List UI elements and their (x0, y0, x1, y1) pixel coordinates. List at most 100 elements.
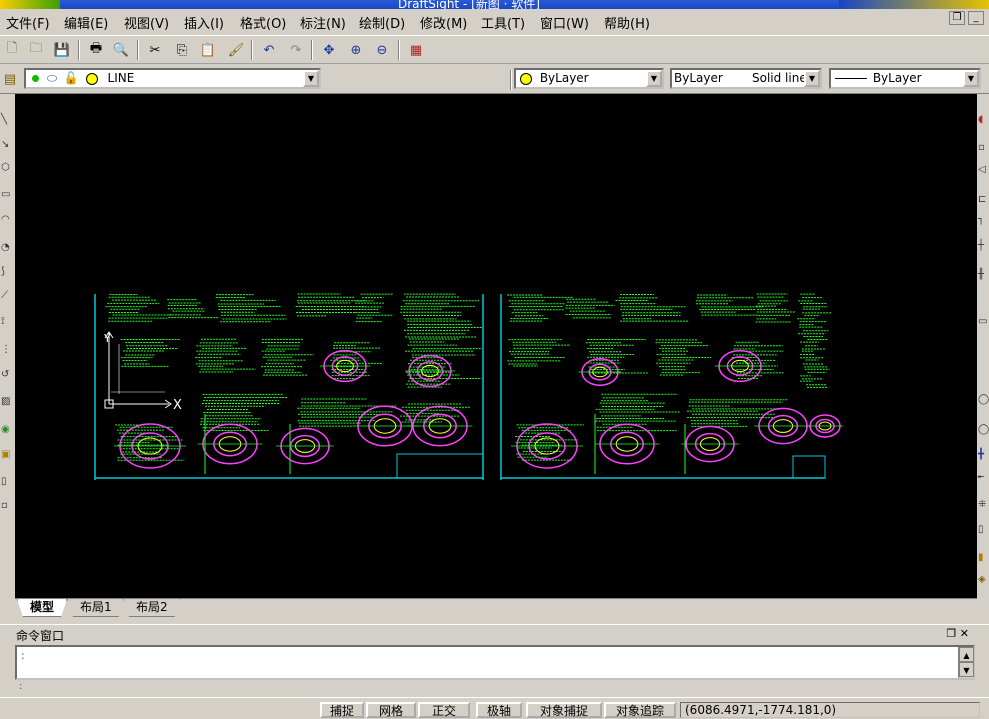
table-icon[interactable]: ▣ (1, 449, 10, 460)
command-input-prompt: : (19, 681, 23, 692)
coordinate-readout: (6086.4971,-1774.181,0) (680, 702, 980, 718)
region-icon[interactable]: ◉ (1, 424, 10, 435)
lineweight-sample (835, 78, 867, 79)
trim-icon[interactable]: ◯ (978, 424, 989, 435)
menu-window[interactable]: 窗口(W) (540, 13, 589, 32)
mirror-icon[interactable]: ◁ (978, 164, 986, 175)
circle-icon[interactable]: ◔ (1, 242, 10, 253)
zoom-window-icon[interactable]: ⊕ (346, 40, 366, 60)
copy-entity-icon[interactable]: ▫ (978, 142, 985, 153)
spline-icon[interactable]: ⟆ (1, 266, 5, 277)
ellipse-icon[interactable]: ⟋ (1, 290, 8, 301)
print-icon[interactable]: 🖶 (86, 40, 106, 60)
new-file-icon[interactable]: 🗋 (2, 40, 22, 60)
pan-icon[interactable]: ✥ (319, 40, 339, 60)
menu-modify[interactable]: 修改(M) (420, 13, 467, 32)
drawing-canvas[interactable]: X Y (15, 94, 977, 598)
command-scrollbar[interactable]: ▲ ▼ (958, 647, 974, 678)
color-swatch (520, 72, 532, 85)
grid-toggle[interactable]: 网格 (366, 702, 416, 718)
insert-block-icon[interactable]: ⟟ (1, 316, 5, 327)
explode-icon[interactable]: ▮ (978, 552, 984, 563)
menu-tools[interactable]: 工具(T) (481, 13, 525, 32)
copy-icon[interactable]: ⎘ (172, 40, 192, 60)
chamfer-icon[interactable]: ▯ (978, 524, 984, 535)
chevron-down-icon: ▼ (303, 70, 319, 87)
toolbar-separator (251, 40, 253, 60)
rotate-icon[interactable]: ╫ (978, 269, 984, 280)
command-history[interactable]: : (15, 645, 975, 680)
menu-help[interactable]: 帮助(H) (604, 13, 650, 32)
toolbar-separator (398, 40, 400, 60)
layer-dropdown[interactable]: ⬭ 🔓 LINE ▼ (24, 68, 321, 89)
polar-toggle[interactable]: 极轴 (476, 702, 522, 718)
erase-icon[interactable]: ◖ (978, 114, 983, 125)
drawing-viewport[interactable]: X Y (15, 94, 977, 598)
cut-icon[interactable]: ✂ (145, 40, 165, 60)
print-preview-icon[interactable]: 🔍 (111, 40, 131, 60)
command-input[interactable]: : (15, 681, 989, 697)
minimize-document-button[interactable]: _ (968, 11, 984, 25)
properties-match-icon[interactable]: ◈ (978, 574, 986, 585)
title-bar: DraftSight - [新图 · 软件] (0, 0, 989, 9)
redo-icon[interactable]: ↷ (286, 40, 306, 60)
break-icon[interactable]: ╾ (978, 472, 984, 483)
save-icon[interactable]: 💾 (52, 40, 72, 60)
offset-icon[interactable]: ⊏ (978, 194, 986, 205)
color-dropdown[interactable]: ByLayer ▼ (514, 68, 664, 89)
scroll-down-icon[interactable]: ▼ (959, 662, 974, 677)
fillet-icon[interactable]: ⁜ (978, 499, 986, 510)
menu-bar: 文件(F) 编辑(E) 视图(V) 插入(I) 格式(O) 标注(N) 绘制(D… (0, 9, 989, 35)
menu-draw[interactable]: 绘制(D) (359, 13, 405, 32)
undo-icon[interactable]: ↶ (259, 40, 279, 60)
chevron-down-icon: ▼ (963, 70, 979, 87)
open-file-icon[interactable]: 🗀 (26, 40, 46, 60)
properties-icon[interactable]: ▦ (406, 40, 426, 60)
layer-name: LINE (107, 71, 135, 85)
menu-file[interactable]: 文件(F) (6, 13, 50, 32)
command-prompt: : (21, 649, 25, 662)
menu-format[interactable]: 格式(O) (240, 13, 286, 32)
scroll-up-icon[interactable]: ▲ (959, 647, 974, 662)
modify-toolbar: ◖ ▫ ◁ ⊏ ┐ ┼ ╫ ▭ ◯ ◯ ╋ ╾ ⁜ ▯ ▮ ◈ (977, 94, 989, 598)
polyline-icon[interactable]: ↘ (1, 139, 9, 150)
move-icon[interactable]: ┼ (978, 240, 984, 251)
layer-manager-icon[interactable]: ▤ (0, 69, 20, 89)
menu-edit[interactable]: 编辑(E) (64, 13, 108, 32)
stretch-icon[interactable]: ◯ (978, 394, 989, 405)
ucs-icon: X Y (103, 331, 182, 413)
command-window-title: 命令窗口 (16, 629, 65, 643)
osnap-toggle[interactable]: 对象捕捉 (526, 702, 602, 718)
array-icon[interactable]: ┐ (978, 214, 984, 225)
polygon-icon[interactable]: ⬡ (1, 162, 10, 173)
scale-icon[interactable]: ▭ (978, 316, 987, 327)
zoom-previous-icon[interactable]: ⊖ (372, 40, 392, 60)
point-icon[interactable]: ⋮ (1, 344, 11, 355)
menu-dimension[interactable]: 标注(N) (300, 13, 346, 32)
command-window-header: 命令窗口 ❐ ✕ (0, 624, 989, 645)
mtext-icon[interactable]: ▫ (1, 500, 8, 511)
gradient-icon[interactable]: ▨ (1, 396, 10, 407)
format-painter-icon[interactable]: 🖌 (226, 40, 246, 60)
restore-panel-icon[interactable]: ❐ ✕ (946, 627, 969, 640)
restore-document-button[interactable]: ❐ (949, 11, 965, 25)
extend-icon[interactable]: ╋ (978, 449, 984, 460)
tab-layout2[interactable]: 布局2 (123, 599, 181, 617)
tab-layout1[interactable]: 布局1 (67, 599, 125, 617)
rectangle-icon[interactable]: ▭ (1, 189, 10, 200)
line-icon[interactable]: ╲ (1, 114, 7, 125)
app-logo-icon (0, 0, 60, 9)
ortho-toggle[interactable]: 正交 (418, 702, 470, 718)
snap-toggle[interactable]: 捕捉 (320, 702, 364, 718)
menu-insert[interactable]: 插入(I) (184, 13, 224, 32)
lineweight-dropdown[interactable]: ByLayer ▼ (829, 68, 981, 89)
hatch-icon[interactable]: ↺ (1, 369, 9, 380)
otrack-toggle[interactable]: 对象追踪 (604, 702, 676, 718)
arc-icon[interactable]: ◠ (1, 214, 10, 225)
text-icon[interactable]: ▯ (1, 476, 7, 487)
paste-icon[interactable]: 📋 (198, 40, 218, 60)
tab-model[interactable]: 模型 (17, 599, 67, 617)
linetype-dropdown[interactable]: ByLayer Solid line ▼ (670, 68, 822, 89)
menu-view[interactable]: 视图(V) (124, 13, 169, 32)
toolbar-separator (510, 70, 512, 90)
